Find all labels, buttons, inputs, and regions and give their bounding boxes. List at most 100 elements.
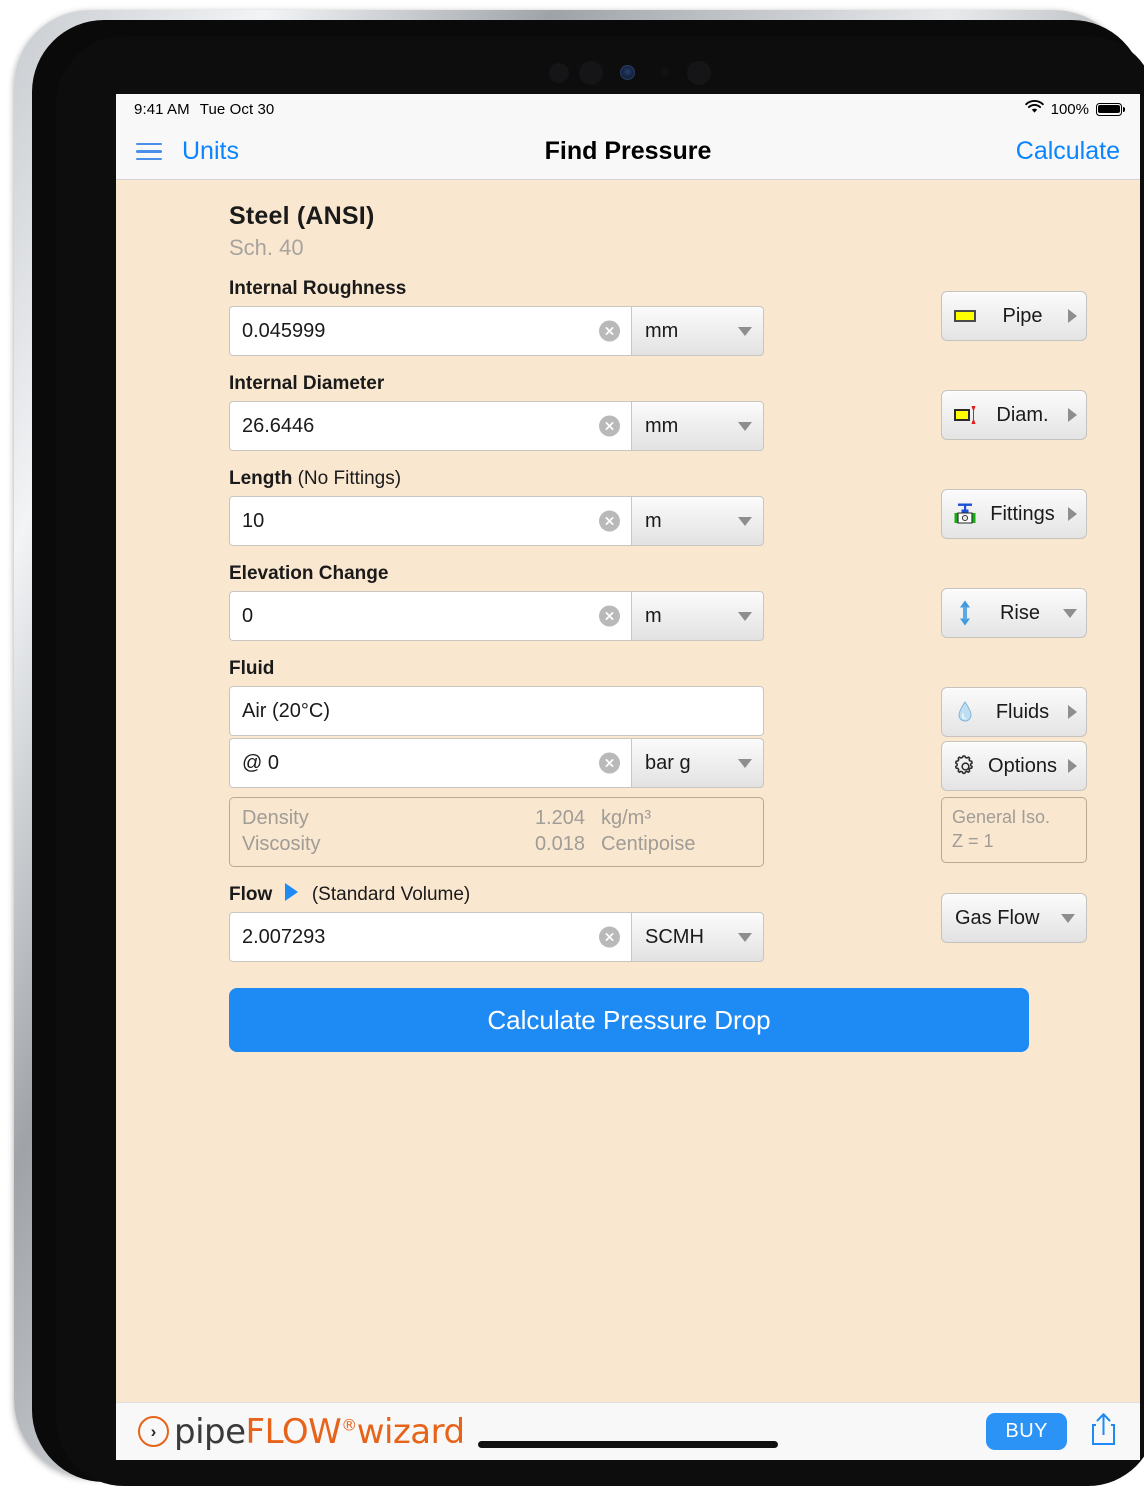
- clear-circle-icon[interactable]: [599, 752, 620, 774]
- pipe-flow-wizard-logo: › pipeFLOW®wizard: [138, 1415, 465, 1449]
- app-navigation-bar: Units Find Pressure Calculate: [116, 124, 1140, 180]
- gear-icon: [953, 754, 977, 778]
- clear-circle-icon[interactable]: [599, 320, 620, 342]
- diameter-button[interactable]: Diam.: [941, 390, 1087, 440]
- label-flow: Flow (Standard Volume): [229, 883, 1029, 906]
- elevation-change-input[interactable]: 0: [229, 591, 631, 641]
- button-label: Options: [988, 754, 1057, 777]
- input-value: Air (20°C): [242, 699, 331, 722]
- bottom-toolbar: › pipeFLOW®wizard BUY: [116, 1402, 1140, 1460]
- registered-mark: ®: [341, 1415, 357, 1435]
- chevron-down-icon: [738, 611, 752, 621]
- clear-circle-icon[interactable]: [599, 510, 620, 532]
- sensor-dot: [579, 61, 603, 85]
- input-group-elevation-change: 0 m: [229, 591, 764, 641]
- label-text: Fluid: [229, 658, 275, 679]
- iso-condition-box: General Iso. Z = 1: [941, 797, 1087, 863]
- status-bar-left: 9:41 AM Tue Oct 30: [134, 101, 274, 118]
- fittings-button[interactable]: Fittings: [941, 489, 1087, 539]
- fluid-pressure-unit-select[interactable]: bar g: [631, 738, 764, 788]
- chevron-down-icon: [738, 758, 752, 768]
- unit-value: SCMH: [645, 925, 704, 948]
- droplet-icon: [953, 700, 977, 724]
- chevron-right-icon: [1068, 507, 1077, 521]
- length-unit-select[interactable]: m: [631, 496, 764, 546]
- material-schedule: Sch. 40: [229, 235, 304, 260]
- label-internal-roughness: Internal Roughness: [229, 278, 1029, 300]
- property-value: 0.018: [534, 833, 585, 855]
- label-text: Internal Diameter: [229, 373, 385, 394]
- input-group-internal-diameter: 26.6446 mm: [229, 401, 764, 451]
- pipe-button[interactable]: Pipe: [941, 291, 1087, 341]
- clear-circle-icon[interactable]: [599, 926, 620, 948]
- internal-roughness-unit-select[interactable]: mm: [631, 306, 764, 356]
- rise-button[interactable]: Rise: [941, 588, 1087, 638]
- front-camera-icon: [620, 65, 635, 80]
- internal-diameter-unit-select[interactable]: mm: [631, 401, 764, 451]
- logo-part-pipe: pipe: [174, 1411, 246, 1452]
- side-action-column: Fluids Options General Iso. Z = 1: [941, 687, 1087, 863]
- button-label: Rise: [999, 601, 1040, 624]
- chevron-right-icon: [1068, 408, 1077, 422]
- buy-button[interactable]: BUY: [986, 1413, 1067, 1450]
- flow-direction-triangle-icon: [284, 883, 298, 901]
- input-group-length: 10 m: [229, 496, 764, 546]
- ipad-screen: 9:41 AM Tue Oct 30 100% Units Find Press…: [116, 94, 1140, 1460]
- chevron-down-icon: [1061, 913, 1075, 923]
- clear-circle-icon[interactable]: [599, 415, 620, 437]
- nav-right-group: Calculate: [1016, 137, 1120, 166]
- row-internal-diameter: 26.6446 mm: [229, 401, 1029, 451]
- pipe-icon: [953, 304, 977, 328]
- button-label: Pipe: [1002, 304, 1043, 327]
- options-button[interactable]: Options: [941, 741, 1087, 791]
- share-up-icon[interactable]: [1089, 1412, 1118, 1451]
- chevron-right-icon: [1068, 759, 1077, 773]
- diameter-icon: [953, 403, 977, 427]
- property-name: Density: [242, 807, 309, 829]
- clear-circle-icon[interactable]: [599, 605, 620, 627]
- chevron-right-icon: [1068, 705, 1077, 719]
- calculate-pressure-drop-button[interactable]: Calculate Pressure Drop: [229, 988, 1029, 1052]
- home-indicator: [478, 1441, 778, 1448]
- internal-diameter-input[interactable]: 26.6446: [229, 401, 631, 451]
- internal-roughness-input[interactable]: 0.045999: [229, 306, 631, 356]
- side-action-column: Pipe: [941, 291, 1087, 341]
- device-bezel: 9:41 AM Tue Oct 30 100% Units Find Press…: [56, 36, 1144, 1486]
- fluid-name-input[interactable]: Air (20°C): [229, 686, 764, 736]
- property-unit: kg/m³: [601, 807, 651, 829]
- sensor-dot: [687, 61, 711, 85]
- logo-part-flow: FLOW: [245, 1411, 342, 1452]
- chevron-down-icon: [738, 326, 752, 336]
- property-unit: Centipoise: [601, 833, 696, 855]
- fluid-properties-panel: Density 1.204 kg/m³ Viscosity 0.018 Cent…: [229, 797, 764, 867]
- status-date: Tue Oct 30: [199, 100, 275, 118]
- iso-line-2: Z = 1: [952, 831, 994, 852]
- input-value: 10: [242, 509, 265, 532]
- hamburger-menu-icon[interactable]: [136, 142, 162, 161]
- chevron-down-icon: [738, 421, 752, 431]
- fluids-button[interactable]: Fluids: [941, 687, 1087, 737]
- gas-flow-select[interactable]: Gas Flow: [941, 893, 1087, 943]
- wifi-icon: [1024, 100, 1044, 118]
- ipad-device-frame: 9:41 AM Tue Oct 30 100% Units Find Press…: [14, 10, 1144, 1486]
- row-elevation-change: 0 m: [229, 591, 1029, 641]
- row-length: 10 m: [229, 496, 1029, 546]
- elevation-change-unit-select[interactable]: m: [631, 591, 764, 641]
- unit-value: mm: [645, 319, 679, 342]
- input-group-fluid-pressure: @ 0 bar g: [229, 738, 764, 788]
- flow-unit-select[interactable]: SCMH: [631, 912, 764, 962]
- label-length: Length (No Fittings): [229, 468, 1029, 490]
- screenshot-root: 9:41 AM Tue Oct 30 100% Units Find Press…: [0, 0, 1144, 1487]
- unit-value: bar g: [645, 751, 691, 774]
- button-label: Fluids: [995, 700, 1050, 723]
- toolbar-right-group: BUY: [986, 1412, 1118, 1451]
- side-action-column: Gas Flow: [941, 893, 1087, 943]
- label-internal-diameter: Internal Diameter: [229, 373, 1029, 395]
- units-button[interactable]: Units: [182, 137, 239, 166]
- length-input[interactable]: 10: [229, 496, 631, 546]
- fluid-pressure-input[interactable]: @ 0: [229, 738, 631, 788]
- flow-input[interactable]: 2.007293: [229, 912, 631, 962]
- calculate-button[interactable]: Calculate: [1016, 137, 1120, 165]
- unit-value: mm: [645, 414, 679, 437]
- chevron-right-icon: [1068, 309, 1077, 323]
